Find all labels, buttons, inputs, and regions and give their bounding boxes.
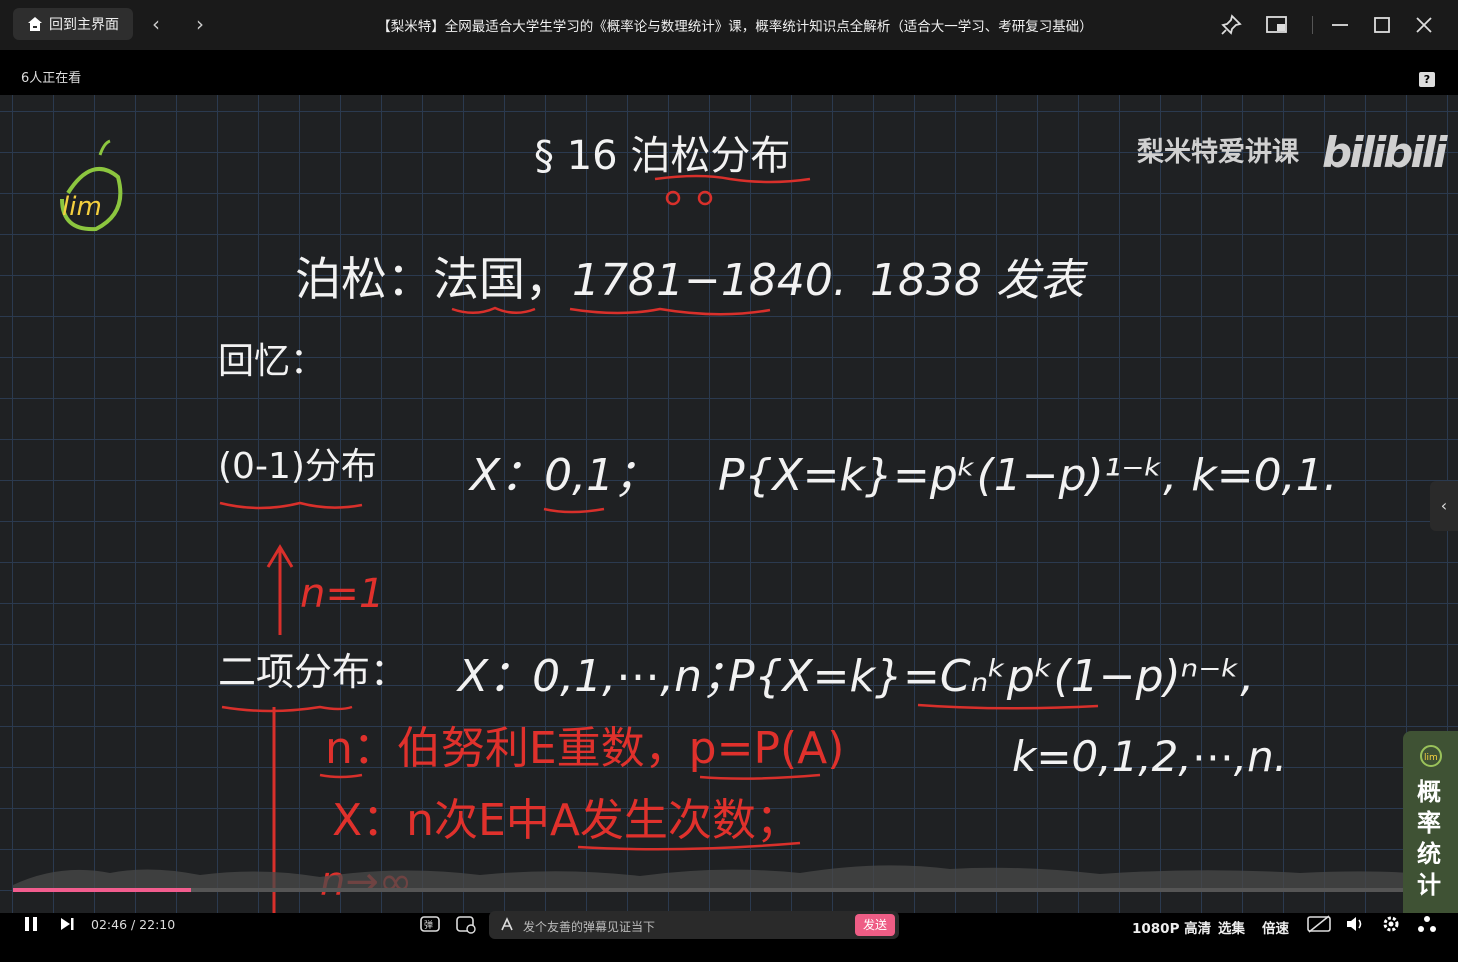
binomial-underline <box>221 705 353 713</box>
watcher-count: 6人正在看 <box>21 71 82 86</box>
progress-track[interactable] <box>13 888 1433 892</box>
forward-icon[interactable]: › <box>188 12 212 36</box>
help-icon[interactable]: ? <box>1419 72 1435 87</box>
formula-underline <box>917 703 1099 710</box>
course-badge-text: 概率统计 <box>1417 778 1441 899</box>
pause-icon[interactable] <box>22 915 40 933</box>
video-frame[interactable]: lim § 16 泊松分布 梨米特爱讲课 bilibili 泊松：法国， 178… <box>0 95 1458 913</box>
note-x: X：n次E中A发生次数； <box>332 795 800 846</box>
binomial-values: X：0,1,⋯,n； <box>456 651 746 702</box>
progress-fill <box>13 888 191 892</box>
minimize-icon[interactable] <box>1327 12 1353 38</box>
binomial-k-range: k=0,1,2,⋯,n. <box>1012 732 1287 781</box>
speed-button[interactable]: 倍速 <box>1262 917 1289 937</box>
mini-window-icon[interactable] <box>1264 12 1290 38</box>
fullscreen-mode-icon[interactable] <box>1417 914 1437 934</box>
svg-text:lim: lim <box>62 192 102 222</box>
side-panel-toggle[interactable]: ‹ <box>1430 481 1458 531</box>
bernoulli-values: X：0,1； <box>468 450 658 501</box>
lim-logo-icon: lim <box>60 139 123 232</box>
brand-text: 梨米特爱讲课 <box>1137 137 1300 168</box>
bernoulli-label: (0-1)分布 <box>218 446 377 487</box>
svg-text:弹: 弹 <box>424 919 433 931</box>
heading-dot <box>697 190 713 206</box>
bernoulli-underline <box>219 501 363 510</box>
next-icon[interactable] <box>58 915 76 933</box>
episodes-button[interactable]: 选集 <box>1218 917 1245 937</box>
quality-button[interactable]: 1080P 高清 <box>1132 917 1211 937</box>
back-icon[interactable]: ‹ <box>144 12 168 36</box>
poisson-years: 1781−1840. <box>572 255 847 306</box>
info-bar <box>0 50 1458 95</box>
pin-icon[interactable] <box>1218 12 1244 38</box>
settings-icon[interactable] <box>1381 914 1401 934</box>
binomial-label: 二项分布： <box>218 650 408 694</box>
home-label: 回到主界面 <box>49 17 119 33</box>
subtitle-off-icon[interactable] <box>1306 914 1332 934</box>
home-icon <box>28 17 42 31</box>
course-badge[interactable]: lim 概率统计 <box>1403 731 1458 913</box>
send-button[interactable]: 发送 <box>855 914 895 936</box>
danmaku-toggle-icon[interactable]: 弹 <box>419 913 441 935</box>
poisson-publish: 1838 发表 <box>870 255 1088 306</box>
window-title: 【梨米特】全网最适合大学生学习的《概率论与数理统计》课，概率统计知识点全解析（适… <box>377 19 1093 35</box>
danmaku-placeholder: 发个友善的弹幕见证当下 <box>523 920 656 934</box>
bilibili-logo: bilibili <box>1322 128 1448 177</box>
poisson-name: 泊松：法国， <box>295 252 571 306</box>
note-n-underline <box>319 773 363 779</box>
heading-dot <box>665 190 681 206</box>
playback-time: 02:46 / 22:10 <box>91 917 176 932</box>
danmaku-settings-icon[interactable] <box>455 913 477 935</box>
text-style-icon[interactable] <box>499 917 515 933</box>
binomial-pmf: P{X=k}=Cₙᵏpᵏ(1−p)ⁿ⁻ᵏ, <box>728 651 1254 702</box>
slide-canvas: lim § 16 泊松分布 梨米特爱讲课 bilibili 泊松：法国， 178… <box>13 128 1451 913</box>
home-button[interactable]: 回到主界面 <box>13 8 133 40</box>
volume-icon[interactable] <box>1345 914 1365 934</box>
bernoulli-pmf: P{X=k}=pᵏ(1−p)¹⁻ᵏ, k=0,1. <box>718 450 1338 501</box>
title-bar: 回到主界面 ‹ › 【梨米特】全网最适合大学生学习的《概率论与数理统计》课，概率… <box>0 0 1458 50</box>
audio-waveform <box>13 865 1433 888</box>
country-underline <box>451 306 536 314</box>
values-underline <box>543 507 605 514</box>
recall-label: 回忆： <box>218 341 326 382</box>
close-icon[interactable] <box>1411 12 1437 38</box>
svg-text:lim: lim <box>1424 753 1438 763</box>
note-n: n：伯努利E重数，p=P(A) <box>325 723 844 774</box>
slide-heading: § 16 泊松分布 <box>534 133 790 179</box>
note-p-underline <box>699 773 821 780</box>
lim-badge-icon: lim <box>1420 745 1442 767</box>
title-separator <box>1312 16 1313 34</box>
maximize-icon[interactable] <box>1369 12 1395 38</box>
n-equals-one: n=1 <box>300 571 384 617</box>
danmaku-input[interactable]: 发个友善的弹幕见证当下 发送 <box>489 911 899 939</box>
years-underline <box>569 307 771 316</box>
